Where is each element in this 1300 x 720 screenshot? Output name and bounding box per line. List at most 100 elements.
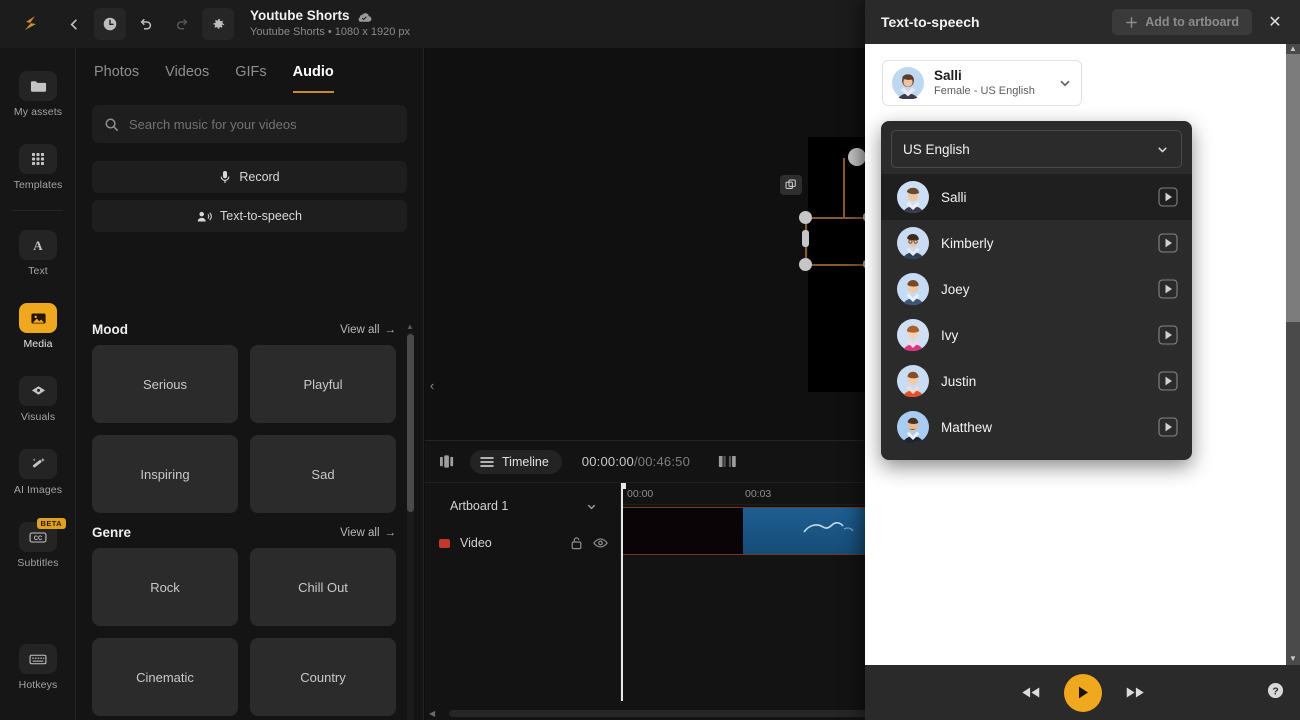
sidebar-item-subtitles[interactable]: BETA CC Subtitles — [0, 509, 76, 582]
duplicate-layer-icon[interactable] — [780, 175, 802, 195]
undo-icon[interactable] — [130, 8, 162, 40]
avatar — [897, 411, 929, 444]
fast-forward-icon[interactable] — [1124, 685, 1146, 700]
tab-gifs[interactable]: GIFs — [235, 64, 266, 93]
tab-audio[interactable]: Audio — [292, 64, 334, 93]
tab-videos[interactable]: Videos — [165, 64, 209, 93]
preview-play-icon[interactable] — [1158, 325, 1178, 345]
scrollbar-thumb[interactable] — [407, 334, 414, 512]
track-row-video[interactable]: Video — [425, 520, 620, 566]
category-cell[interactable]: Country — [250, 638, 396, 716]
video-clip-2[interactable] — [743, 507, 869, 555]
voice-option-salli[interactable]: Salli — [881, 174, 1192, 220]
preview-play-icon[interactable] — [1158, 279, 1178, 299]
collapse-panel-icon[interactable]: ‹ — [424, 375, 440, 395]
tts-footer-controls: ? — [865, 665, 1300, 720]
left-rail: My assets Templates A Text Media Visuals… — [0, 48, 76, 720]
resize-handle-left-mid[interactable] — [802, 230, 809, 247]
artboard-select[interactable]: Artboard 1 — [439, 492, 606, 520]
resize-handle-bl[interactable] — [799, 258, 812, 271]
text-to-speech-panel: Text-to-speech Add to artboard ✕ Salli F… — [865, 0, 1300, 720]
record-button[interactable]: Record — [92, 161, 407, 193]
close-icon[interactable]: ✕ — [1262, 9, 1288, 35]
sidebar-item-ai-images[interactable]: AI Images — [0, 436, 76, 509]
preview-play-icon[interactable] — [1158, 417, 1178, 437]
document-meta: Youtube Shorts Youtube Shorts • 1080 x 1… — [250, 8, 410, 40]
add-to-artboard-button[interactable]: Add to artboard — [1112, 9, 1252, 35]
panel-scrollbar[interactable]: ▲ ▼ — [405, 320, 415, 720]
tts-scrollbar[interactable]: ▲ ▼ — [1286, 44, 1300, 665]
resize-handle-tl[interactable] — [799, 211, 812, 224]
category-cell[interactable]: Serious — [92, 345, 238, 423]
split-view-icon[interactable] — [439, 454, 456, 469]
category-cell[interactable]: Inspiring — [92, 435, 238, 513]
view-all-genre[interactable]: View all → — [340, 527, 396, 539]
genre-grid: Rock Chill Out Cinematic Country — [76, 548, 424, 716]
category-scroll-area: Mood View all → Serious Playful Inspirin… — [76, 310, 424, 720]
playhead[interactable] — [621, 483, 626, 701]
back-icon[interactable] — [58, 8, 90, 40]
sidebar-item-my-assets[interactable]: My assets — [0, 58, 76, 131]
scroll-down-arrow[interactable]: ▼ — [1289, 654, 1297, 663]
eye-icon[interactable] — [593, 537, 608, 549]
text-to-speech-button[interactable]: Text-to-speech — [92, 200, 407, 232]
video-clip-1[interactable] — [621, 507, 743, 555]
voice-option-joey[interactable]: Joey — [881, 266, 1192, 312]
voice-name: Justin — [941, 373, 977, 389]
svg-text:A: A — [33, 238, 43, 253]
rotate-handle[interactable] — [848, 148, 866, 166]
help-icon[interactable]: ? — [1267, 682, 1284, 704]
voice-option-justin[interactable]: Justin — [881, 358, 1192, 404]
magic-wand-icon — [19, 449, 57, 479]
preview-play-icon[interactable] — [1158, 233, 1178, 253]
category-cell[interactable]: Chill Out — [250, 548, 396, 626]
settings-icon[interactable] — [202, 8, 234, 40]
voice-option-matthew[interactable]: Matthew — [881, 404, 1192, 450]
avatar — [897, 365, 929, 398]
scrollbar-thumb[interactable] — [1286, 54, 1300, 322]
tab-photos[interactable]: Photos — [94, 64, 139, 93]
voice-selector[interactable]: Salli Female - US English — [882, 60, 1082, 106]
trim-icon[interactable] — [718, 454, 738, 469]
voice-option-kimberly[interactable]: Kimberly — [881, 220, 1192, 266]
video-track-icon — [439, 538, 450, 548]
view-all-mood[interactable]: View all → — [340, 324, 396, 336]
media-tabs: Photos Videos GIFs Audio — [76, 48, 423, 93]
voice-selector-text: Salli Female - US English — [934, 68, 1047, 97]
rail-bottom-section: Hotkeys — [0, 631, 76, 704]
play-button[interactable] — [1063, 673, 1102, 712]
playhead-handle[interactable] — [621, 483, 626, 489]
avatar — [897, 273, 929, 306]
chevron-down-icon — [585, 500, 598, 513]
tts-title: Text-to-speech — [881, 14, 980, 30]
category-cell[interactable]: Playful — [250, 345, 396, 423]
sidebar-item-media[interactable]: Media — [0, 290, 76, 363]
scroll-up-arrow[interactable]: ▲ — [1289, 44, 1297, 53]
category-cell[interactable]: Cinematic — [92, 638, 238, 716]
search-input[interactable] — [129, 116, 395, 132]
scroll-left-arrow[interactable]: ◀ — [429, 709, 435, 718]
history-icon[interactable] — [94, 8, 126, 40]
preview-play-icon[interactable] — [1158, 187, 1178, 207]
search-bar[interactable] — [92, 105, 407, 143]
unlock-icon[interactable] — [570, 536, 583, 550]
voice-option-ivy[interactable]: Ivy — [881, 312, 1192, 358]
timeline-tab[interactable]: Timeline — [470, 449, 562, 474]
add-to-artboard-label: Add to artboard — [1145, 15, 1239, 29]
tts-header: Text-to-speech Add to artboard ✕ — [865, 0, 1300, 44]
language-select[interactable]: US English — [891, 130, 1182, 168]
document-subtitle: Youtube Shorts • 1080 x 1920 px — [250, 26, 411, 39]
category-cell[interactable]: Sad — [250, 435, 396, 513]
sidebar-item-visuals[interactable]: Visuals — [0, 363, 76, 436]
redo-icon[interactable] — [166, 8, 198, 40]
view-all-label: View all — [340, 526, 380, 539]
preview-play-icon[interactable] — [1158, 371, 1178, 391]
sidebar-item-text[interactable]: A Text — [0, 217, 76, 290]
sidebar-item-templates[interactable]: Templates — [0, 131, 76, 204]
track-headers: Artboard 1 Video — [425, 483, 621, 705]
rewind-icon[interactable] — [1020, 685, 1042, 700]
category-cell[interactable]: Rock — [92, 548, 238, 626]
scroll-up-arrow[interactable]: ▲ — [406, 322, 414, 331]
sidebar-item-hotkeys[interactable]: Hotkeys — [0, 631, 76, 704]
brand-logo[interactable] — [14, 7, 48, 41]
